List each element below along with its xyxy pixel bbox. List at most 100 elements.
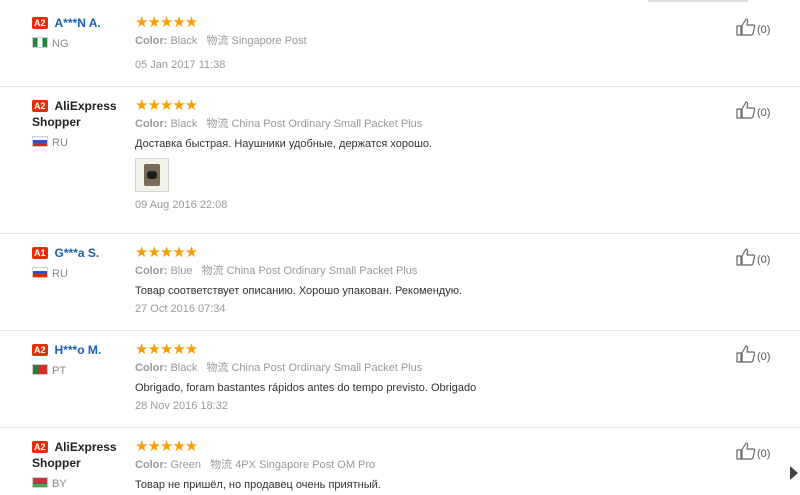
reviewer-country: PT: [32, 364, 132, 378]
shipping-value: China Post Ordinary Small Packet Plus: [231, 362, 423, 374]
order-info: Color: Green 物流 4PX Singapore Post OM Pr…: [135, 458, 695, 473]
helpful-count: (0): [757, 448, 771, 460]
review-content: ★★★★★ Color: Black 物流 Singapore Post 05 …: [135, 14, 695, 72]
review-item: A1 G***a S. RU ★★★★★ Color: Blue 物流 China…: [0, 234, 800, 331]
reviewer-country: NG: [32, 37, 132, 51]
helpful-button[interactable]: (0): [736, 101, 770, 121]
reviewer-name[interactable]: G***a S.: [55, 246, 100, 260]
reviewer-name-line-2: Shopper: [32, 456, 81, 470]
review-text: Товар не пришёл, но продавец очень прият…: [135, 479, 381, 491]
buyer-level-badge: A2: [32, 17, 48, 29]
reviewer-name-line: A2 AliExpress: [32, 98, 132, 114]
review-text: Товар соответствует описанию. Хорошо упа…: [135, 285, 463, 297]
shipping-label: 物流: [206, 35, 229, 47]
review-content: ★★★★★ Color: Black 物流 China Post Ordinar…: [135, 341, 695, 413]
shipping-value: China Post Ordinary Small Packet Plus: [231, 118, 423, 130]
color-label: Color:: [135, 118, 168, 130]
belarus-flag-icon: [32, 477, 48, 488]
color-label: Color:: [135, 362, 168, 374]
order-info: Color: Black 物流 Singapore Post: [135, 34, 695, 49]
review-date: 05 Jan 2017 11:38: [135, 59, 226, 71]
star-rating: ★★★★★: [135, 97, 198, 114]
shipping-value: 4PX Singapore Post OM Pro: [235, 459, 376, 471]
review-text: Obrigado, foram bastantes rápidos antes …: [135, 382, 477, 394]
shipping-label: 物流: [206, 118, 229, 130]
helpful-count: (0): [757, 24, 771, 36]
country-code: BY: [52, 478, 67, 490]
reviewer-name-line-2: Shopper: [32, 115, 81, 129]
color-value: Black: [170, 35, 198, 47]
thumbs-up-icon: [736, 442, 756, 460]
russia-flag-icon: [32, 136, 48, 147]
shipping-value: China Post Ordinary Small Packet Plus: [226, 265, 418, 277]
reviewer-name-line: A2 A***N A.: [32, 15, 132, 31]
reviewer-info: A2 AliExpress Shopper BY: [32, 439, 132, 491]
helpful-count: (0): [757, 351, 771, 363]
reviewer-info: A2 AliExpress Shopper RU: [32, 98, 132, 150]
color-label: Color:: [135, 459, 168, 471]
portugal-flag-icon: [32, 364, 48, 375]
review-content: ★★★★★ Color: Blue 物流 China Post Ordinary…: [135, 244, 695, 316]
review-date: 27 Oct 2016 07:34: [135, 303, 226, 315]
thumbs-up-icon: [736, 248, 756, 266]
helpful-button[interactable]: (0): [736, 442, 770, 462]
review-content: ★★★★★ Color: Black 物流 China Post Ordinar…: [135, 97, 695, 212]
shipping-value: Singapore Post: [231, 35, 307, 47]
feedback-list: A2 A***N A. NG ★★★★★ Color: Black 物流 Sing…: [0, 4, 800, 495]
helpful-count: (0): [757, 254, 771, 266]
reviewer-info: A1 G***a S. RU: [32, 245, 132, 281]
reviewer-name-line: A1 G***a S.: [32, 245, 132, 261]
color-label: Color:: [135, 265, 168, 277]
buyer-level-badge: A2: [32, 100, 48, 112]
review-text: Доставка быстрая. Наушники удобные, держ…: [135, 138, 433, 150]
review-item: A2 A***N A. NG ★★★★★ Color: Black 物流 Sing…: [0, 4, 800, 87]
review-photo-thumbnail[interactable]: [135, 158, 169, 192]
nigeria-flag-icon: [32, 37, 48, 48]
order-info: Color: Blue 物流 China Post Ordinary Small…: [135, 264, 695, 279]
next-arrow-icon[interactable]: [790, 466, 798, 480]
review-item: A2 H***o M. PT ★★★★★ Color: Black 物流 Chin…: [0, 331, 800, 428]
color-label: Color:: [135, 35, 168, 47]
review-date: 09 Aug 2016 22:08: [135, 199, 228, 211]
reviewer-country: BY: [32, 477, 132, 491]
reviewer-name[interactable]: A***N A.: [55, 16, 101, 30]
review-content: ★★★★★ Color: Green 物流 4PX Singapore Post…: [135, 438, 695, 493]
star-rating: ★★★★★: [135, 438, 198, 455]
order-info: Color: Black 物流 China Post Ordinary Smal…: [135, 361, 695, 376]
buyer-level-badge: A1: [32, 247, 48, 259]
helpful-count: (0): [757, 107, 771, 119]
helpful-button[interactable]: (0): [736, 18, 770, 38]
star-rating: ★★★★★: [135, 341, 198, 358]
pagination-edge: [648, 0, 748, 2]
reviewer-name-line: A2 AliExpress: [32, 439, 132, 455]
country-code: PT: [52, 365, 67, 377]
color-value: Blue: [170, 265, 193, 277]
reviewer-name-line: A2 H***o M.: [32, 342, 132, 358]
star-rating: ★★★★★: [135, 244, 198, 261]
reviewer-country: RU: [32, 267, 132, 281]
shipping-label: 物流: [201, 265, 224, 277]
reviewer-info: A2 H***o M. PT: [32, 342, 132, 378]
thumbs-up-icon: [736, 101, 756, 119]
star-rating: ★★★★★: [135, 14, 198, 31]
reviewer-name: AliExpress: [54, 440, 117, 454]
shipping-label: 物流: [206, 362, 229, 374]
country-code: NG: [52, 38, 69, 50]
thumbs-up-icon: [736, 345, 756, 363]
order-info: Color: Black 物流 China Post Ordinary Smal…: [135, 117, 695, 132]
buyer-level-badge: A2: [32, 441, 48, 453]
country-code: RU: [52, 137, 68, 149]
color-value: Black: [170, 362, 198, 374]
review-date: 28 Nov 2016 18:32: [135, 400, 228, 412]
shipping-label: 物流: [210, 459, 233, 471]
review-item: A2 AliExpress Shopper RU ★★★★★ Color: Bla…: [0, 87, 800, 234]
color-value: Black: [170, 118, 198, 130]
review-item: A2 AliExpress Shopper BY ★★★★★ Color: Gre…: [0, 428, 800, 495]
helpful-button[interactable]: (0): [736, 248, 770, 268]
reviewer-name[interactable]: H***o M.: [55, 343, 102, 357]
helpful-button[interactable]: (0): [736, 345, 770, 365]
reviewer-name: AliExpress: [54, 99, 117, 113]
reviewer-country: RU: [32, 136, 132, 150]
buyer-level-badge: A2: [32, 344, 48, 356]
reviewer-info: A2 A***N A. NG: [32, 15, 132, 51]
